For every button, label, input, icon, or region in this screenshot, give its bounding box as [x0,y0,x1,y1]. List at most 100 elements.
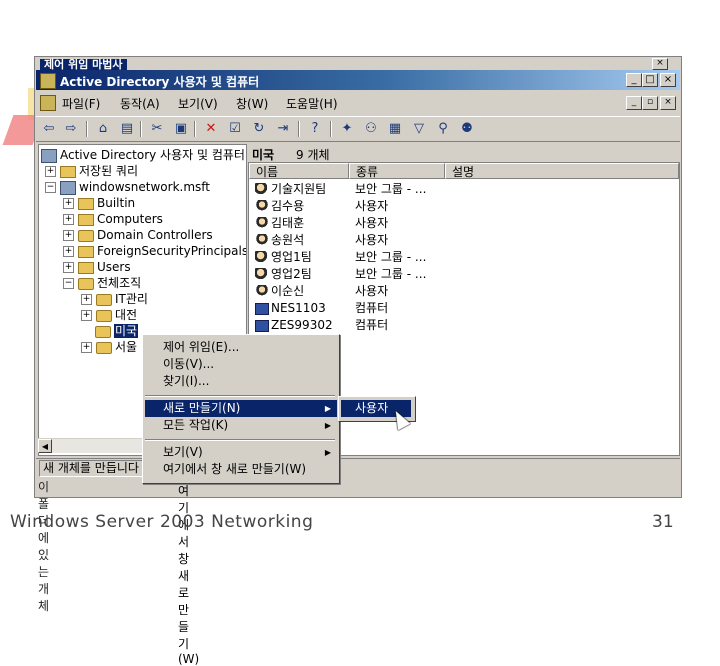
expand-icon[interactable]: + [63,262,74,273]
column-header-description[interactable]: 설명 [445,163,679,179]
list-item[interactable]: 이순신 사용자 [249,283,679,300]
menu-item-new-window-from-here[interactable]: 여기에서 창 새로 만들기(W) [145,461,337,478]
folder-icon [78,197,94,210]
tree-item-daejeon[interactable]: + 대전 [81,307,137,323]
menu-item-find[interactable]: 찾기(I)... [145,373,337,390]
ou-icon [96,309,112,322]
expand-icon[interactable]: + [63,246,74,257]
new-user-icon[interactable]: ✦ [338,120,356,138]
list-item-name: 송원석 [271,233,305,247]
list-item[interactable]: NES1103 컴퓨터 [249,300,679,317]
menu-file[interactable]: 파일(F) [62,95,100,112]
expand-icon[interactable]: + [63,198,74,209]
close-button[interactable]: × [660,73,676,87]
submenu-arrow-icon: ▶ [324,448,331,457]
expand-icon[interactable]: + [63,230,74,241]
list-item[interactable]: 기술지원팀 보안 그룹 - ... [249,181,679,198]
new-ou-icon[interactable]: ▦ [386,120,404,138]
list-item-name: 김태훈 [271,216,305,230]
menu-action[interactable]: 동작(A) [120,95,160,112]
toolbar-separator [298,121,300,137]
tree-item-seoul[interactable]: + 서울 [81,339,137,355]
tree-item-domain[interactable]: − windowsnetwork.msft [45,179,210,195]
minimize-button[interactable]: _ [626,73,642,87]
computer-icon [255,303,269,315]
up-folder-icon[interactable]: ⌂ [94,120,112,138]
cut-icon[interactable]: ✂ [148,120,166,138]
show-tree-icon[interactable]: ▤ [118,120,136,138]
group-icon [255,251,269,264]
expand-icon[interactable]: + [81,310,92,321]
expand-icon[interactable]: + [81,342,92,353]
column-header-type[interactable]: 종류 [349,163,445,179]
tree-item-domain-controllers[interactable]: + Domain Controllers [63,227,213,243]
menu-help[interactable]: 도움말(H) [286,95,338,112]
collapse-icon[interactable]: − [63,278,74,289]
list-item[interactable]: 김태훈 사용자 [249,215,679,232]
list-item[interactable]: ZES99302 컴퓨터 [249,317,679,334]
tree-item-saved-queries[interactable]: + 저장된 쿼리 [45,163,138,179]
maximize-button[interactable]: □ [642,73,658,87]
ou-icon [96,341,112,354]
slide-footer-title: Windows Server 2003 Networking [10,512,314,532]
list-item[interactable]: 송원석 사용자 [249,232,679,249]
list-item-type: 보안 그룹 - ... [355,267,427,281]
tree-item-users[interactable]: + Users [63,259,131,275]
delete-icon[interactable]: ✕ [202,120,220,138]
export-icon[interactable]: ⇥ [274,120,292,138]
object-count: 9 개체 [296,148,330,162]
collapse-icon[interactable]: − [45,182,56,193]
ou-icon [96,293,112,306]
tree-item-it[interactable]: + IT관리 [81,291,148,307]
menu-item-view[interactable]: 보기(V) ▶ [145,444,337,461]
list-item-type: 사용자 [355,199,389,213]
menu-item-new[interactable]: 새로 만들기(N) ▶ [145,400,337,417]
expand-icon[interactable]: + [45,166,56,177]
help-icon[interactable]: ? [306,120,324,138]
user-icon [255,234,269,247]
user-icon [255,217,269,230]
menu-window[interactable]: 창(W) [236,95,268,112]
paste-icon[interactable]: ▣ [172,120,190,138]
menu-item-move[interactable]: 이동(V)... [145,356,337,373]
app-icon [40,73,56,89]
back-arrow-icon[interactable]: ⇦ [40,120,58,138]
scroll-left-icon[interactable]: ◀ [38,439,52,453]
menu-item-delegate-control[interactable]: 제어 위임(E)... [145,339,337,356]
list-item[interactable]: 영업1팀 보안 그룹 - ... [249,249,679,266]
column-header-name[interactable]: 이름 [249,163,349,179]
tree-root[interactable]: Active Directory 사용자 및 컴퓨터 [41,147,245,163]
doc-minimize-button[interactable]: _ [626,96,642,110]
title-bar[interactable]: Active Directory 사용자 및 컴퓨터 _ □ × [36,70,680,90]
toolbar-separator [140,121,142,137]
list-item[interactable]: 영업2팀 보안 그룹 - ... [249,266,679,283]
find-icon[interactable]: ⚲ [434,120,452,138]
properties-icon[interactable]: ☑ [226,120,244,138]
tree-item-computers[interactable]: + Computers [63,211,163,227]
list-item-name: 기술지원팀 [271,182,327,196]
list-item-name: ZES99302 [271,318,333,332]
menu-view[interactable]: 보기(V) [178,95,218,112]
forward-arrow-icon[interactable]: ⇨ [62,120,80,138]
doc-close-button[interactable]: × [660,96,676,110]
list-item[interactable]: 김수용 사용자 [249,198,679,215]
list-item-type: 보안 그룹 - ... [355,182,427,196]
ad-users-computers-window: Active Directory 사용자 및 컴퓨터 _ □ × 파일(F) 동… [36,70,680,494]
tree-item-usa[interactable]: 미국 [95,323,139,339]
menu-item-all-tasks[interactable]: 모든 작업(K) ▶ [145,417,337,434]
new-group-icon[interactable]: ⚇ [362,120,380,138]
tree-item-foreign-security-principals[interactable]: + ForeignSecurityPrincipals [63,243,246,259]
expand-icon[interactable]: + [81,294,92,305]
refresh-icon[interactable]: ↻ [250,120,268,138]
tree-item-ou-root[interactable]: − 전체조직 [63,275,141,291]
toolbar-separator [86,121,88,137]
add-group-icon[interactable]: ⚉ [458,120,476,138]
doc-restore-button[interactable]: ▫ [642,96,658,110]
filter-icon[interactable]: ▽ [410,120,428,138]
toolbar-separator [330,121,332,137]
expand-icon[interactable]: + [63,214,74,225]
ou-icon [78,229,94,242]
mmc-doc-icon[interactable] [40,95,56,111]
background-close-button[interactable]: × [652,58,668,70]
tree-item-builtin[interactable]: + Builtin [63,195,135,211]
